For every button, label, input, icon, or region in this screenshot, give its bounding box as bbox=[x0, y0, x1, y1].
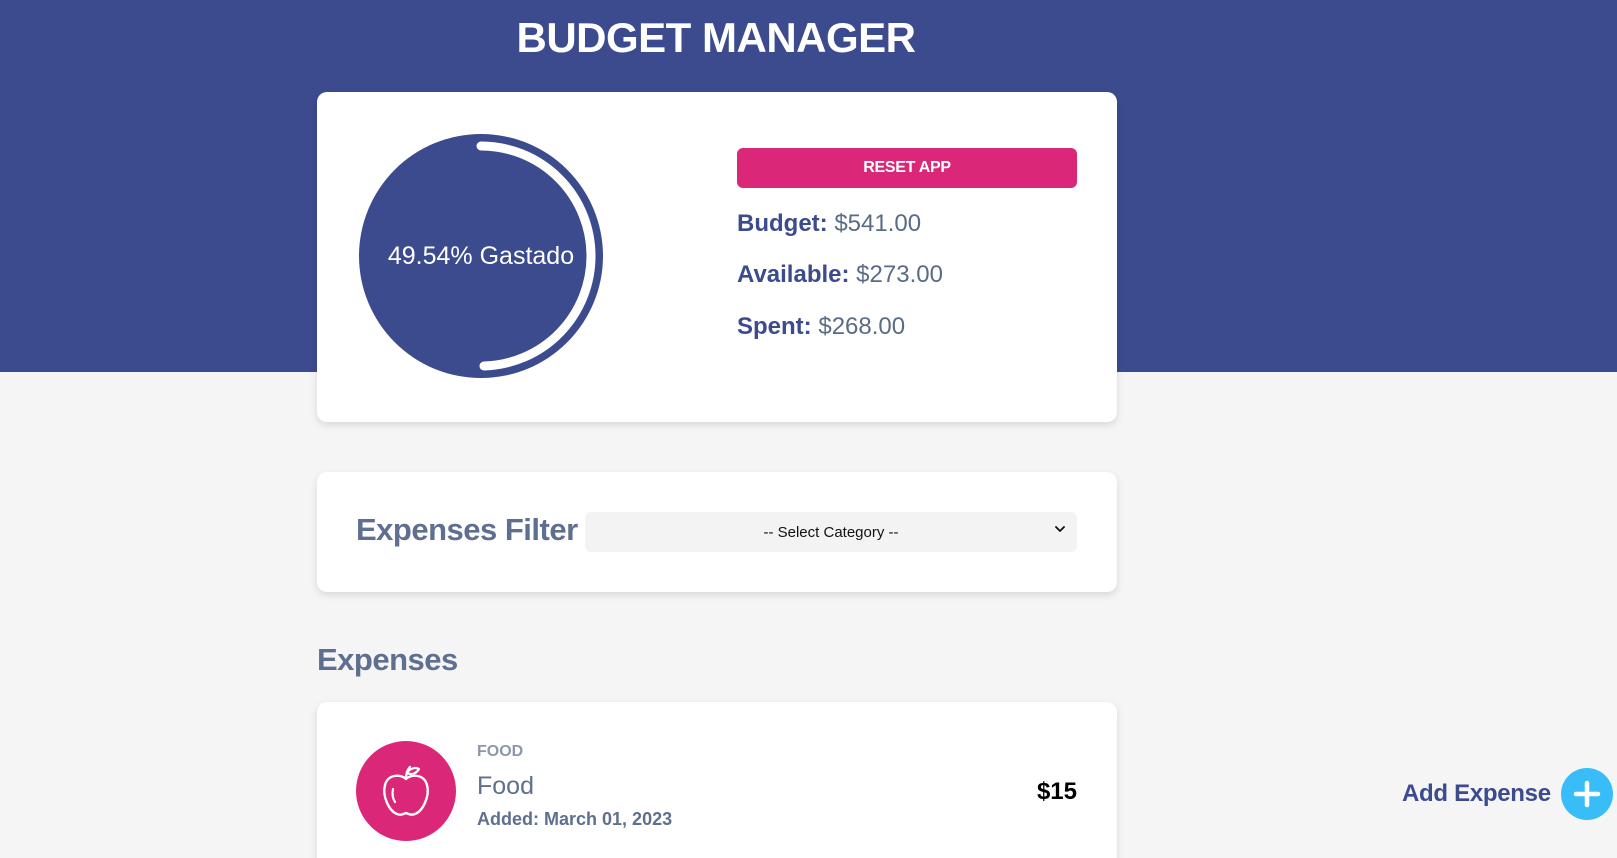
available-value: $273.00 bbox=[856, 261, 943, 288]
category-select-value: -- Select Category -- bbox=[763, 523, 899, 541]
budget-card: 49.54% Gastado RESET APP Budget: $541.00… bbox=[317, 92, 1117, 422]
progress-label: 49.54% Gastado bbox=[387, 241, 575, 270]
expense-item[interactable]: FOOD Food Added: March 01, 2023 $15 bbox=[317, 702, 1117, 858]
budget-value: $541.00 bbox=[834, 210, 922, 237]
spent-label: Spent: bbox=[737, 313, 812, 340]
spent-progress-circle: 49.54% Gastado bbox=[355, 130, 607, 382]
expense-date-value: March 01, 2023 bbox=[544, 809, 673, 829]
expense-name: Food bbox=[477, 772, 534, 800]
filter-label: Expenses Filter bbox=[356, 512, 578, 547]
expense-category: FOOD bbox=[477, 743, 524, 760]
available-stat: Available: $273.00 bbox=[737, 261, 943, 289]
expense-date: Added: March 01, 2023 bbox=[477, 809, 672, 830]
expenses-heading: Expenses bbox=[317, 642, 458, 677]
expense-amount: $15 bbox=[1036, 778, 1077, 805]
budget-stat: Budget: $541.00 bbox=[737, 210, 921, 238]
available-label: Available: bbox=[737, 261, 850, 288]
plus-icon bbox=[1573, 780, 1600, 808]
chevron-down-icon bbox=[1055, 526, 1065, 532]
add-expense-label[interactable]: Add Expense bbox=[1402, 780, 1551, 808]
app-title: BUDGET MANAGER bbox=[516, 14, 917, 61]
spent-stat: Spent: $268.00 bbox=[737, 313, 905, 341]
add-expense-button[interactable]: Add Expense bbox=[1402, 768, 1613, 820]
expense-category-icon bbox=[356, 741, 456, 841]
filter-card: Expenses Filter -- Select Category -- bbox=[317, 472, 1117, 592]
apple-icon bbox=[383, 765, 429, 816]
category-select[interactable]: -- Select Category -- bbox=[585, 512, 1077, 552]
spent-value: $268.00 bbox=[818, 313, 906, 340]
budget-label: Budget: bbox=[737, 210, 828, 237]
reset-app-button[interactable]: RESET APP bbox=[737, 148, 1077, 188]
expense-date-label: Added: bbox=[477, 809, 539, 829]
plus-icon-button[interactable] bbox=[1560, 768, 1613, 820]
